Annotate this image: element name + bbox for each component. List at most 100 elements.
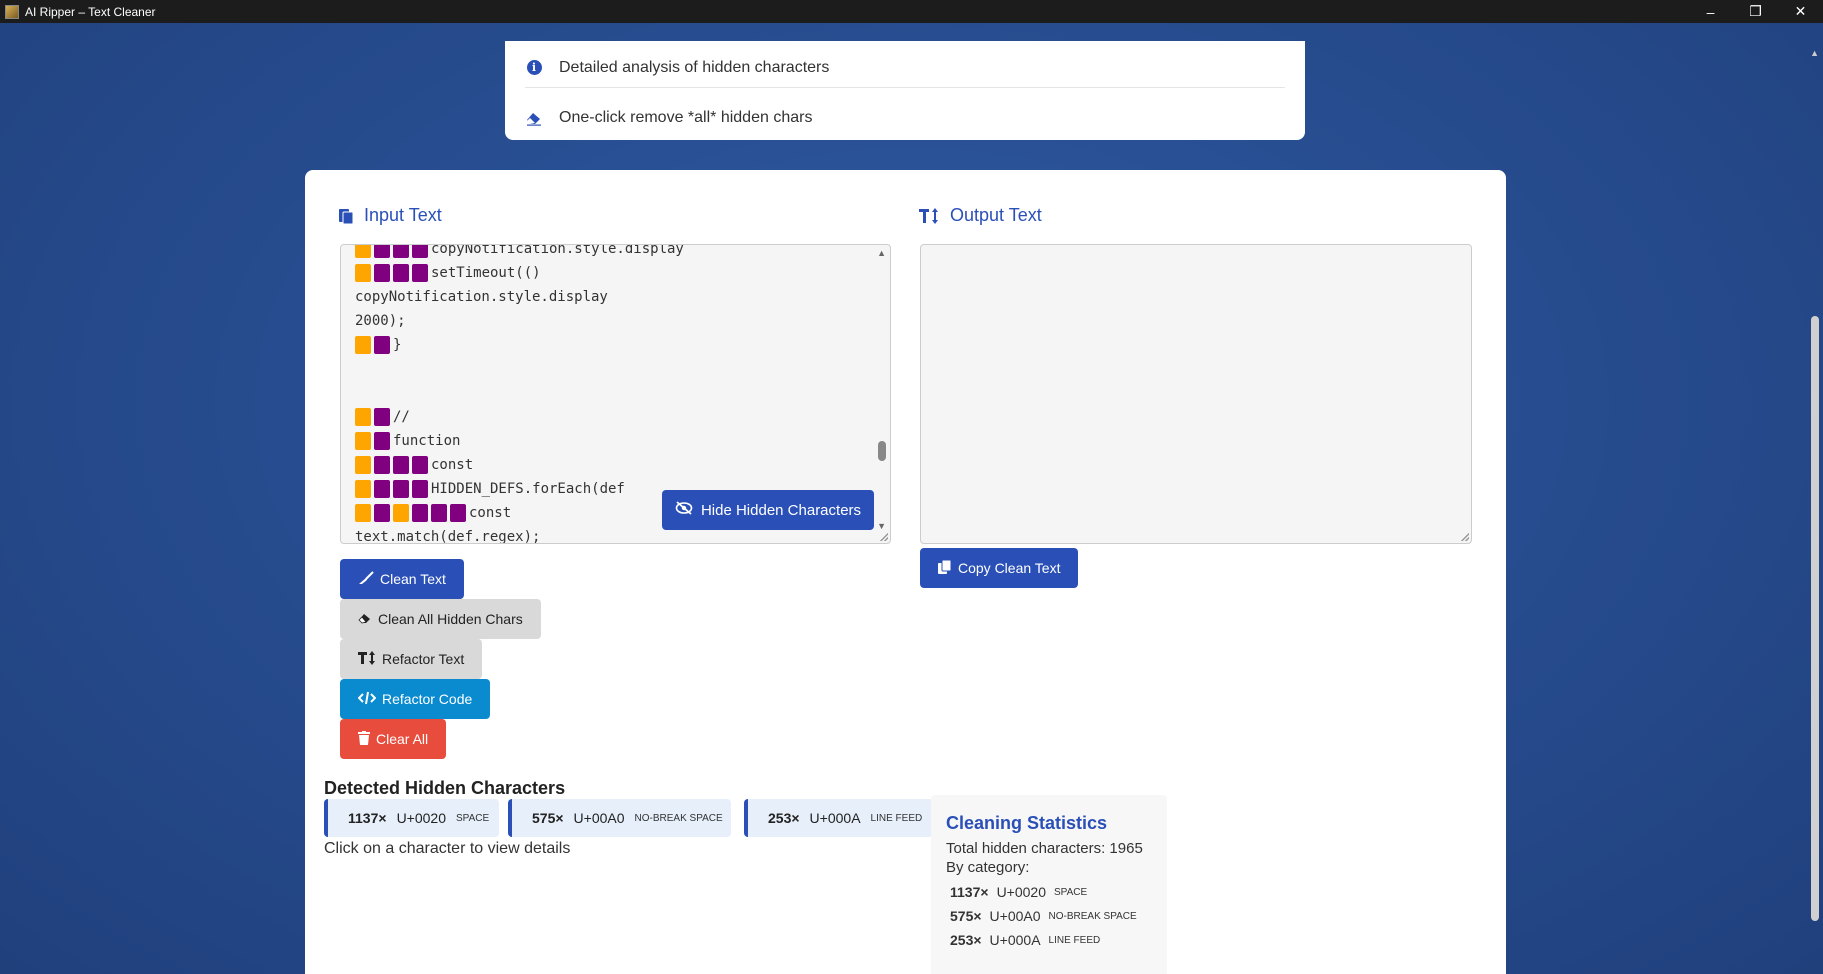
- eraser-icon: [358, 611, 372, 627]
- feature-text: Detailed analysis of hidden characters: [559, 58, 830, 76]
- copy-clean-text-button[interactable]: Copy Clean Text: [920, 548, 1079, 588]
- chip-name: NO-BREAK SPACE: [634, 812, 723, 824]
- click-hint-text: Click on a character to view details: [324, 840, 571, 857]
- code-text: function: [393, 433, 461, 449]
- hidden-space-marker: [355, 336, 371, 354]
- hidden-nbsp-marker: [374, 432, 390, 450]
- stat-row: 575× U+00A0 NO-BREAK SPACE: [950, 908, 1152, 924]
- hidden-nbsp-marker: [393, 245, 409, 258]
- restore-button[interactable]: ❐: [1733, 0, 1778, 23]
- stat-name: SPACE: [1054, 886, 1088, 898]
- hidden-nbsp-marker: [412, 264, 428, 282]
- hidden-nbsp-marker: [393, 264, 409, 282]
- chip-count: 253×: [768, 810, 800, 826]
- clean-all-label: Clean All Hidden Chars: [378, 611, 523, 627]
- refactor-code-button[interactable]: Refactor Code: [340, 679, 491, 719]
- app-icon: [5, 4, 19, 19]
- text-height-icon: [918, 207, 940, 225]
- stat-name: NO-BREAK SPACE: [1048, 910, 1137, 922]
- refactor-text-button[interactable]: Refactor Text: [340, 639, 483, 679]
- window-title: AI Ripper – Text Cleaner: [25, 4, 156, 19]
- code-line: setTimeout((): [355, 261, 875, 285]
- feature-text: One-click remove *all* hidden chars: [559, 109, 813, 126]
- hidden-char-chip[interactable]: 575× U+00A0 NO-BREAK SPACE: [508, 799, 731, 837]
- trash-icon: [358, 730, 370, 748]
- code-text: HIDDEN_DEFS.forEach(def: [431, 481, 625, 497]
- chip-count: 1137×: [348, 810, 387, 826]
- stat-row: 1137× U+0020 SPACE: [950, 884, 1152, 900]
- hidden-space-marker: [355, 408, 371, 426]
- copy-button-label: Copy Clean Text: [958, 560, 1061, 576]
- stat-code: U+0020: [996, 884, 1046, 900]
- hidden-char-chip[interactable]: 253× U+000A LINE FEED: [744, 799, 933, 837]
- hidden-nbsp-marker: [412, 504, 428, 522]
- stat-code: U+00A0: [989, 908, 1041, 924]
- close-button[interactable]: ✕: [1778, 0, 1823, 23]
- code-text: setTimeout((): [431, 265, 541, 281]
- detected-hidden-characters-heading: Detected Hidden Characters: [324, 778, 566, 798]
- hidden-space-marker: [355, 456, 371, 474]
- hidden-nbsp-marker: [412, 245, 428, 258]
- input-title: Input Text: [338, 205, 442, 226]
- hidden-nbsp-marker: [450, 504, 466, 522]
- hidden-nbsp-marker: [374, 456, 390, 474]
- clipboard-icon: [338, 207, 354, 225]
- hidden-space-marker: [355, 245, 371, 258]
- hide-hidden-characters-button[interactable]: Hide Hidden Characters: [662, 490, 874, 530]
- clear-all-button[interactable]: Clear All: [340, 719, 447, 759]
- hidden-nbsp-marker: [374, 480, 390, 498]
- stat-code: U+000A: [989, 932, 1041, 948]
- stats-total: Total hidden characters: 1965: [946, 840, 1143, 857]
- hidden-char-chip[interactable]: 1137× U+0020 SPACE: [324, 799, 499, 837]
- feature-list-card: i Detailed analysis of hidden characters…: [505, 41, 1305, 140]
- chip-count: 575×: [532, 810, 564, 826]
- code-text: const: [431, 457, 474, 473]
- clear-all-label: Clear All: [376, 731, 429, 747]
- scroll-up-arrow-icon[interactable]: ▲: [877, 248, 886, 258]
- chip-name: LINE FEED: [870, 812, 923, 824]
- hidden-space-marker: [355, 432, 371, 450]
- hidden-nbsp-marker: [374, 264, 390, 282]
- page-scroll-thumb[interactable]: [1811, 316, 1819, 921]
- resize-handle-icon[interactable]: [1461, 533, 1469, 541]
- scroll-down-arrow-icon[interactable]: ▼: [877, 521, 886, 531]
- hidden-nbsp-marker: [393, 480, 409, 498]
- feature-item: One-click remove *all* hidden chars: [525, 98, 1285, 138]
- refactor-text-label: Refactor Text: [382, 651, 465, 667]
- eye-slash-icon: [675, 501, 693, 519]
- scroll-thumb[interactable]: [878, 441, 886, 461]
- resize-handle-icon[interactable]: [880, 533, 888, 541]
- code-text: 2000);: [355, 313, 406, 329]
- page-scroll-up-icon[interactable]: ▲: [1810, 48, 1819, 58]
- output-title-label: Output Text: [950, 205, 1042, 225]
- code-text: //: [393, 409, 410, 425]
- code-line: }: [355, 333, 875, 357]
- cleaning-statistics-panel: Cleaning Statistics Total hidden charact…: [931, 795, 1167, 974]
- hide-button-label: Hide Hidden Characters: [700, 501, 862, 519]
- minimize-button[interactable]: –: [1688, 0, 1733, 23]
- code-text: }: [393, 337, 402, 353]
- code-line: copyNotification.style.display: [355, 244, 875, 261]
- chip-name: SPACE: [456, 812, 490, 824]
- output-title: Output Text: [918, 205, 1042, 226]
- input-scrollbar[interactable]: ▲ ▼: [874, 245, 890, 543]
- text-height-icon: [358, 650, 376, 668]
- code-text: copyNotification.style.display: [355, 289, 608, 305]
- clean-all-hidden-chars-button[interactable]: Clean All Hidden Chars: [340, 599, 541, 639]
- stat-row: 253× U+000A LINE FEED: [950, 932, 1152, 948]
- window-controls: – ❐ ✕: [1688, 0, 1823, 23]
- code-line: //: [355, 405, 875, 429]
- clean-text-label: Clean Text: [380, 571, 446, 587]
- hidden-nbsp-marker: [374, 408, 390, 426]
- copy-icon: [938, 559, 952, 577]
- code-text: const: [469, 505, 512, 521]
- chip-code: U+000A: [809, 810, 861, 826]
- code-icon: [357, 691, 377, 708]
- output-textarea[interactable]: [920, 244, 1472, 544]
- code-text: copyNotification.style.display: [431, 244, 684, 257]
- page-scrollbar[interactable]: ▲: [1810, 46, 1820, 974]
- clean-text-button[interactable]: Clean Text: [340, 559, 464, 599]
- app-background: i Detailed analysis of hidden characters…: [0, 23, 1823, 974]
